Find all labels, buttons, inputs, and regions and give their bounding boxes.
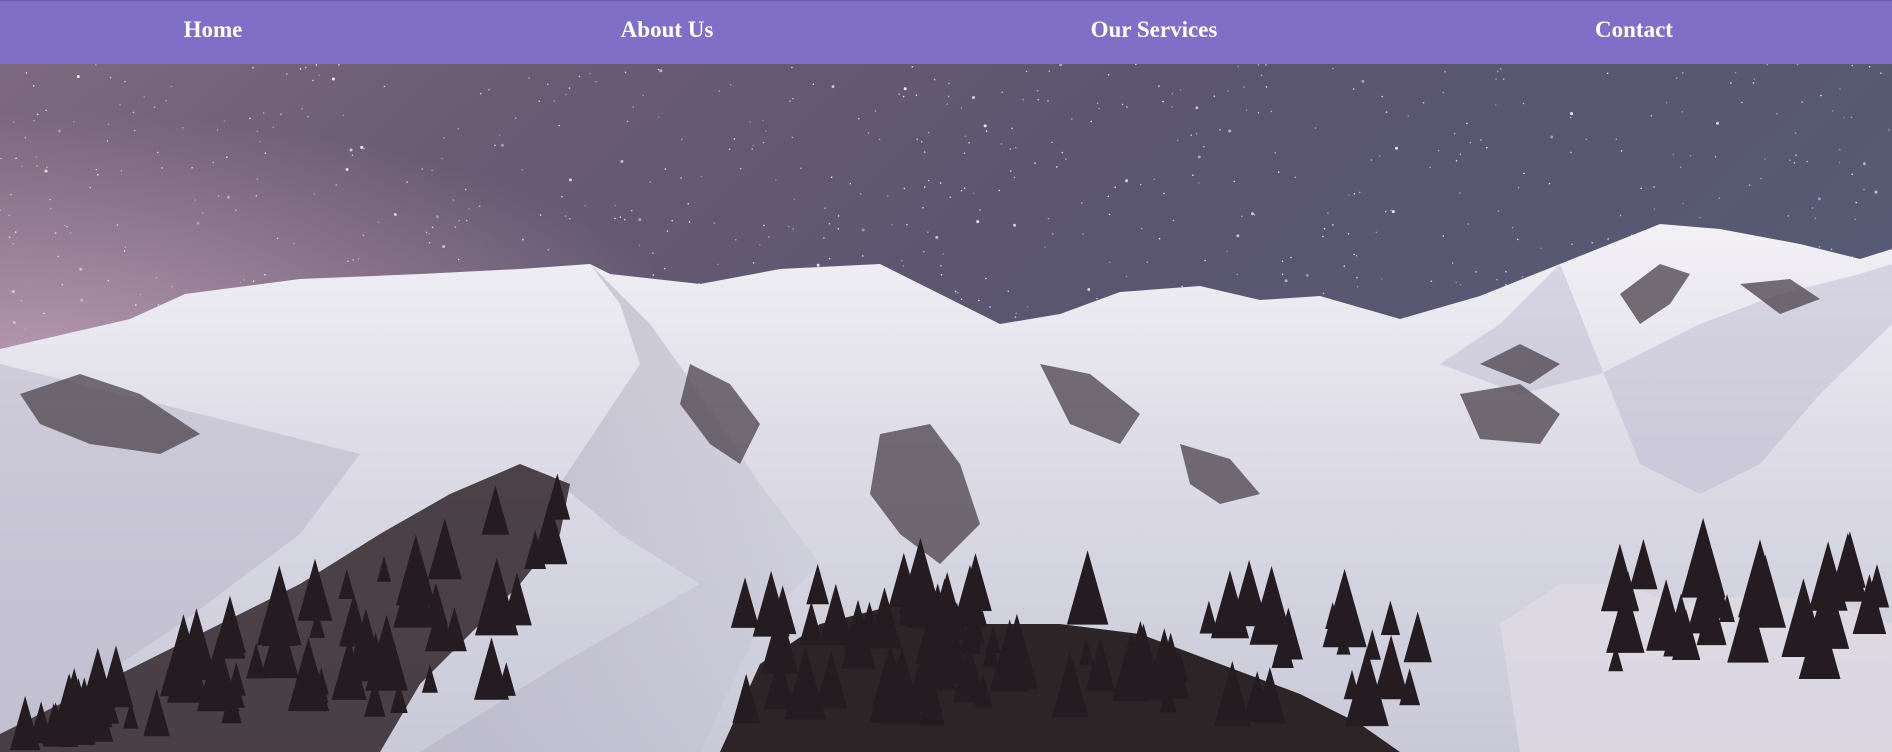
nav-link-our-services[interactable]: Our Services xyxy=(1091,15,1218,45)
nav-link-contact[interactable]: Contact xyxy=(1595,15,1673,45)
mountain-night-illustration xyxy=(0,64,1892,752)
nav-link-home[interactable]: Home xyxy=(184,15,243,45)
top-navigation-bar: Home About Us Our Services Contact xyxy=(0,0,1892,64)
hero-background-image xyxy=(0,64,1892,752)
nav-link-about-us[interactable]: About Us xyxy=(621,15,714,45)
